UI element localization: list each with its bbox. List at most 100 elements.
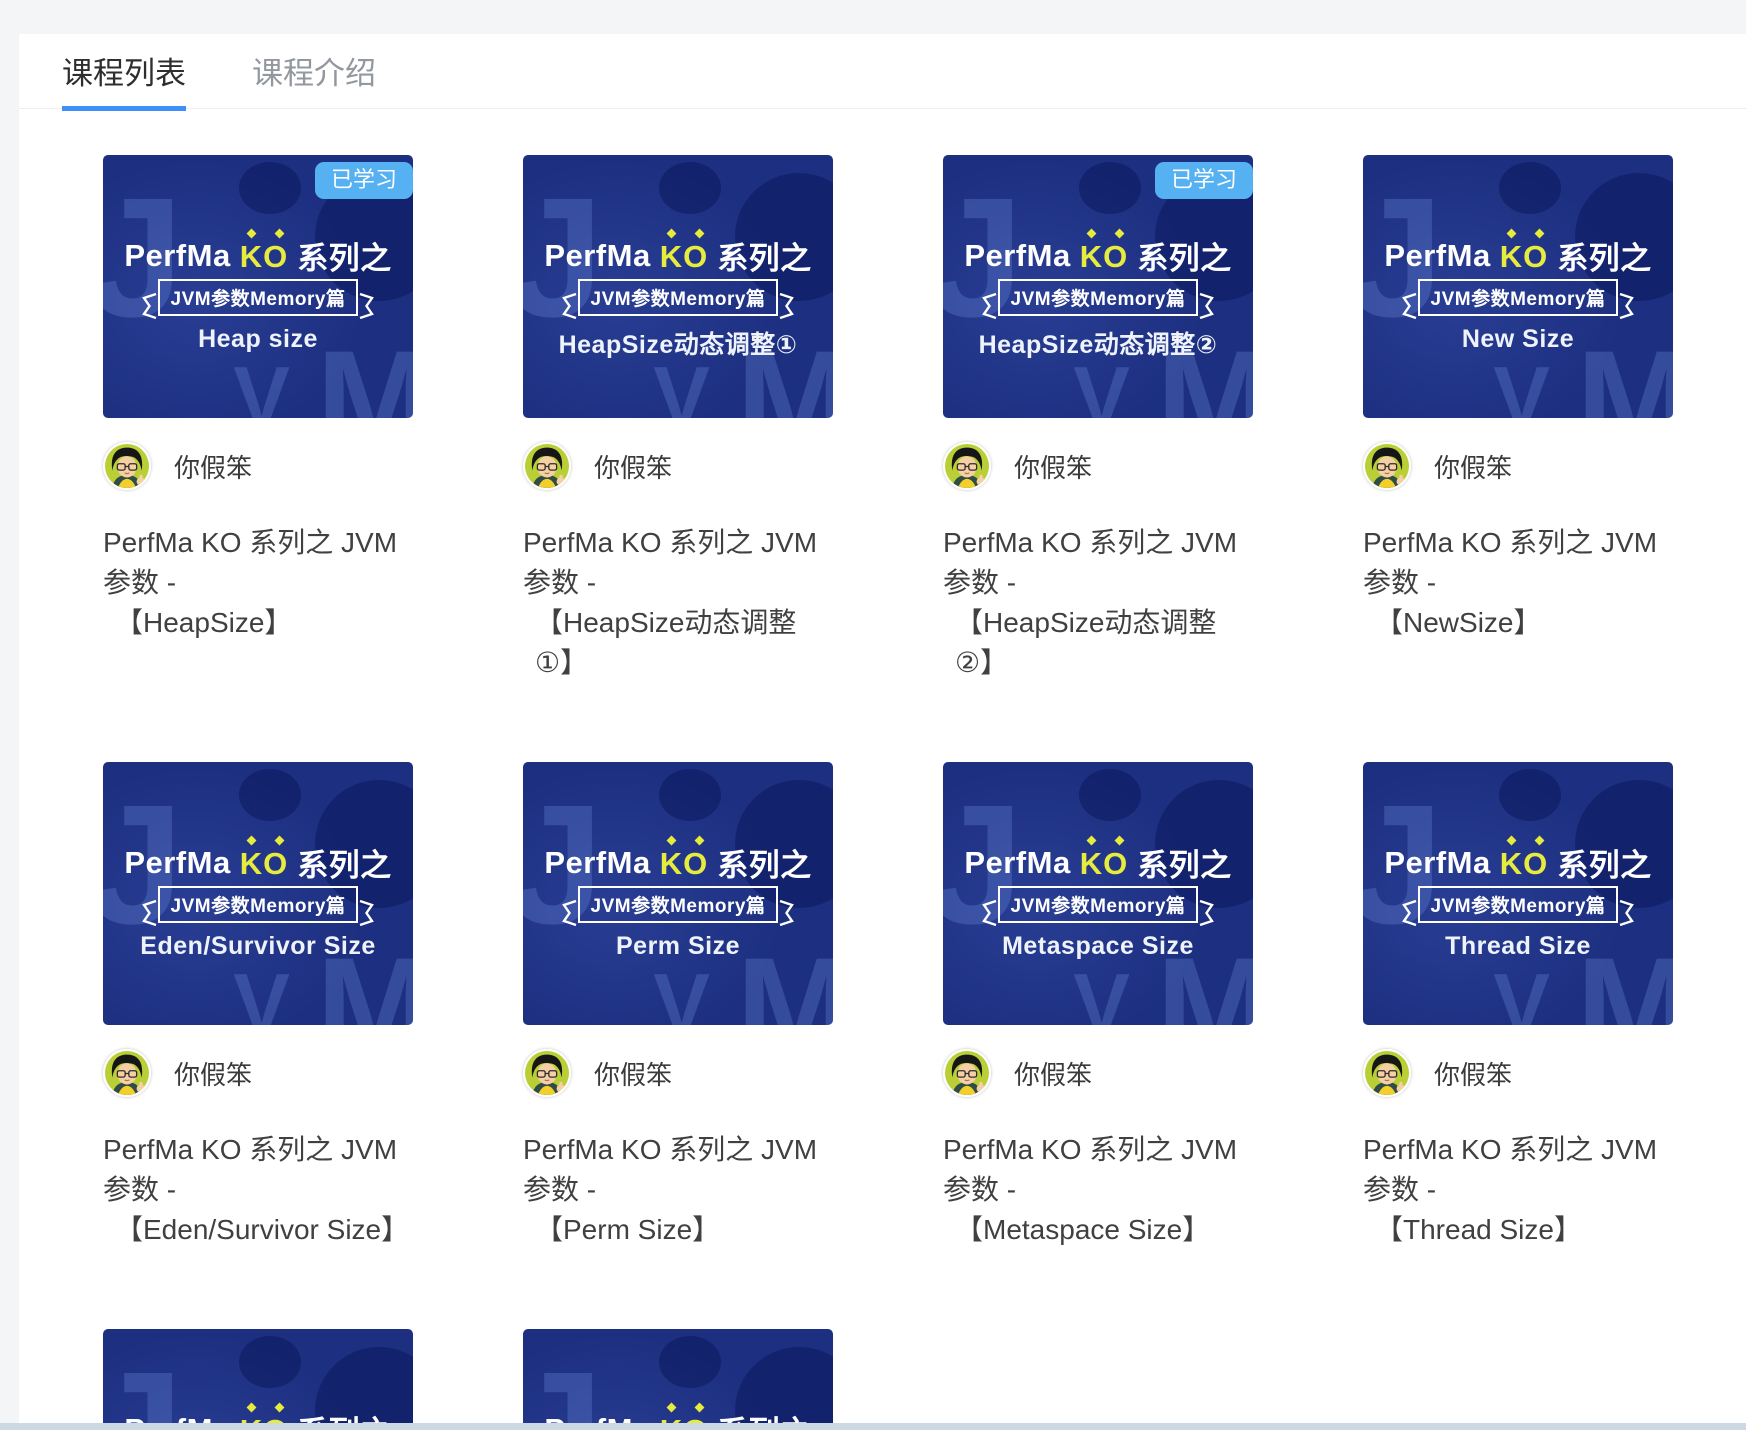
ribbon-tail-left-icon bbox=[982, 899, 997, 927]
bottom-edge-bar bbox=[0, 1423, 1746, 1430]
course-title-line2: 【Thread Size】 bbox=[1363, 1210, 1673, 1250]
author-avatar bbox=[103, 442, 151, 490]
course-title[interactable]: PerfMa KO 系列之 JVM 参数 - 【Metaspace Size】 bbox=[943, 1130, 1253, 1250]
brand-series: 系列之 bbox=[717, 233, 812, 278]
thumb-bg-letter-v: V bbox=[1493, 962, 1550, 1025]
course-thumbnail[interactable]: J V M PerfMa KO 系列之 JVM参数Memory篇 Thread … bbox=[1363, 762, 1673, 1025]
brand-series: 系列之 bbox=[717, 840, 812, 885]
ko-dot-icon bbox=[694, 835, 704, 845]
course-thumbnail[interactable]: J V M PerfMa KO 系列之 JVM参数Memory篇 Eden/Su… bbox=[103, 762, 413, 1025]
course-title-line1: PerfMa KO 系列之 JVM 参数 - bbox=[943, 1130, 1253, 1210]
author-name: 你假笨 bbox=[594, 448, 672, 485]
course-card[interactable]: J V M PerfMa KO 系列之 JVM参数Memory篇 Perm Si… bbox=[523, 762, 833, 1250]
course-thumbnail[interactable]: J V M PerfMa KO 系列之 JVM参数Memory篇 HeapSiz… bbox=[523, 155, 833, 418]
ko-dot-icon bbox=[1506, 835, 1516, 845]
course-thumbnail[interactable]: J V M PerfMa KO 系列之 JVM参数Memory篇 Perm Si… bbox=[523, 762, 833, 1025]
course-card[interactable]: J V M PerfMa KO 系列之 JVM参数Memory篇 HeapSiz… bbox=[523, 155, 833, 683]
author-avatar bbox=[1363, 1049, 1411, 1097]
ribbon-tail-left-icon bbox=[1402, 899, 1417, 927]
course-title[interactable]: PerfMa KO 系列之 JVM 参数 - 【Eden/Survivor Si… bbox=[103, 1130, 413, 1250]
ribbon-text: JVM参数Memory篇 bbox=[998, 886, 1199, 923]
ko-dot-icon bbox=[274, 228, 284, 238]
ribbon-banner: JVM参数Memory篇 bbox=[943, 886, 1253, 923]
brand-series: 系列之 bbox=[1557, 840, 1652, 885]
learned-badge: 已学习 bbox=[1155, 162, 1253, 199]
perfma-ko-logo: PerfMa KO 系列之 bbox=[103, 233, 413, 278]
ribbon-banner: JVM参数Memory篇 bbox=[943, 279, 1253, 316]
course-thumbnail[interactable]: J V M PerfMa KO 系列之 JVM参数Memory篇 New Siz… bbox=[1363, 155, 1673, 418]
ribbon-tail-left-icon bbox=[562, 899, 577, 927]
author-avatar bbox=[523, 1049, 571, 1097]
tab-course-list[interactable]: 课程列表 bbox=[62, 56, 186, 111]
course-thumbnail[interactable]: J V M PerfMa KO 系列之 JVM参数Memory篇 Heap si… bbox=[103, 155, 413, 418]
brand-series: 系列之 bbox=[297, 840, 392, 885]
course-card[interactable]: J V M PerfMa KO 系列之 JVM参数Memory篇 Thread … bbox=[1363, 762, 1673, 1250]
ko-dot-icon bbox=[246, 228, 256, 238]
course-title[interactable]: PerfMa KO 系列之 JVM 参数 - 【Perm Size】 bbox=[523, 1130, 833, 1250]
course-meta-row: 你假笨 bbox=[523, 1049, 833, 1097]
course-title-line1: PerfMa KO 系列之 JVM 参数 - bbox=[1363, 1130, 1673, 1210]
course-card[interactable]: J V M PerfMa KO 系列之 JVM参数Memory篇 堆外内存 bbox=[523, 1329, 833, 1430]
course-title[interactable]: PerfMa KO 系列之 JVM 参数 - 【HeapSize动态调整②】 bbox=[943, 523, 1253, 683]
thumb-decor-circle bbox=[1079, 769, 1141, 821]
course-thumbnail[interactable]: J V M PerfMa KO 系列之 JVM参数Memory篇 CodeCac… bbox=[103, 1329, 413, 1430]
brand-perfma: PerfMa bbox=[124, 238, 230, 274]
ribbon-banner: JVM参数Memory篇 bbox=[103, 279, 413, 316]
perfma-ko-logo: PerfMa KO 系列之 bbox=[523, 840, 833, 885]
thumb-bg-letter-v: V bbox=[233, 355, 290, 418]
course-thumbnail[interactable]: J V M PerfMa KO 系列之 JVM参数Memory篇 HeapSiz… bbox=[943, 155, 1253, 418]
brand-perfma: PerfMa bbox=[964, 238, 1070, 274]
author-avatar bbox=[1363, 442, 1411, 490]
course-card[interactable]: J V M PerfMa KO 系列之 JVM参数Memory篇 CodeCac… bbox=[103, 1329, 413, 1430]
course-title[interactable]: PerfMa KO 系列之 JVM 参数 - 【Thread Size】 bbox=[1363, 1130, 1673, 1250]
author-avatar bbox=[523, 442, 571, 490]
ko-dot-icon bbox=[1534, 228, 1544, 238]
course-title-line1: PerfMa KO 系列之 JVM 参数 - bbox=[523, 523, 833, 603]
tab-bar: 课程列表 课程介绍 bbox=[19, 34, 1746, 109]
ko-dot-icon bbox=[666, 1402, 676, 1412]
thumb-decor-circle bbox=[659, 769, 721, 821]
ribbon-text: JVM参数Memory篇 bbox=[998, 279, 1199, 316]
author-name: 你假笨 bbox=[174, 1055, 252, 1092]
author-avatar bbox=[943, 442, 991, 490]
ribbon-text: JVM参数Memory篇 bbox=[158, 279, 359, 316]
course-title[interactable]: PerfMa KO 系列之 JVM 参数 - 【HeapSize动态调整①】 bbox=[523, 523, 833, 683]
tab-course-intro[interactable]: 课程介绍 bbox=[252, 56, 376, 108]
author-name: 你假笨 bbox=[1014, 1055, 1092, 1092]
course-meta-row: 你假笨 bbox=[1363, 442, 1673, 490]
course-card[interactable]: J V M PerfMa KO 系列之 JVM参数Memory篇 Heap si… bbox=[103, 155, 413, 683]
course-title-line2: 【Eden/Survivor Size】 bbox=[103, 1210, 413, 1250]
ribbon-banner: JVM参数Memory篇 bbox=[103, 886, 413, 923]
ko-dot-icon bbox=[246, 835, 256, 845]
thumb-decor-circle bbox=[659, 1336, 721, 1388]
ribbon-text: JVM参数Memory篇 bbox=[158, 886, 359, 923]
ko-dot-icon bbox=[1506, 228, 1516, 238]
ko-dot-icon bbox=[246, 1402, 256, 1412]
course-card[interactable]: J V M PerfMa KO 系列之 JVM参数Memory篇 HeapSiz… bbox=[943, 155, 1253, 683]
course-thumbnail-subtitle: HeapSize动态调整① bbox=[523, 325, 833, 361]
course-title-line2: 【Perm Size】 bbox=[523, 1210, 833, 1250]
thumb-bg-letter-v: V bbox=[1073, 355, 1130, 418]
course-meta-row: 你假笨 bbox=[103, 442, 413, 490]
course-thumbnail[interactable]: J V M PerfMa KO 系列之 JVM参数Memory篇 堆外内存 bbox=[523, 1329, 833, 1430]
perfma-ko-logo: PerfMa KO 系列之 bbox=[943, 233, 1253, 278]
course-thumbnail[interactable]: J V M PerfMa KO 系列之 JVM参数Memory篇 Metaspa… bbox=[943, 762, 1253, 1025]
course-title-line2: 【Metaspace Size】 bbox=[943, 1210, 1253, 1250]
thumb-decor-circle bbox=[1079, 162, 1141, 214]
thumb-bg-letter-v: V bbox=[1073, 962, 1130, 1025]
brand-series: 系列之 bbox=[297, 233, 392, 278]
course-card[interactable]: J V M PerfMa KO 系列之 JVM参数Memory篇 New Siz… bbox=[1363, 155, 1673, 683]
author-name: 你假笨 bbox=[174, 448, 252, 485]
course-thumbnail-subtitle: Perm Size bbox=[523, 932, 833, 961]
course-card[interactable]: J V M PerfMa KO 系列之 JVM参数Memory篇 Metaspa… bbox=[943, 762, 1253, 1250]
course-title[interactable]: PerfMa KO 系列之 JVM 参数 - 【NewSize】 bbox=[1363, 523, 1673, 643]
author-name: 你假笨 bbox=[594, 1055, 672, 1092]
thumb-decor-circle bbox=[1499, 162, 1561, 214]
course-card[interactable]: J V M PerfMa KO 系列之 JVM参数Memory篇 Eden/Su… bbox=[103, 762, 413, 1250]
ko-dot-icon bbox=[274, 835, 284, 845]
course-title[interactable]: PerfMa KO 系列之 JVM 参数 - 【HeapSize】 bbox=[103, 523, 413, 643]
course-thumbnail-subtitle: HeapSize动态调整② bbox=[943, 325, 1253, 361]
author-avatar bbox=[103, 1049, 151, 1097]
thumb-decor-circle bbox=[239, 1336, 301, 1388]
course-title-line1: PerfMa KO 系列之 JVM 参数 - bbox=[103, 523, 413, 603]
